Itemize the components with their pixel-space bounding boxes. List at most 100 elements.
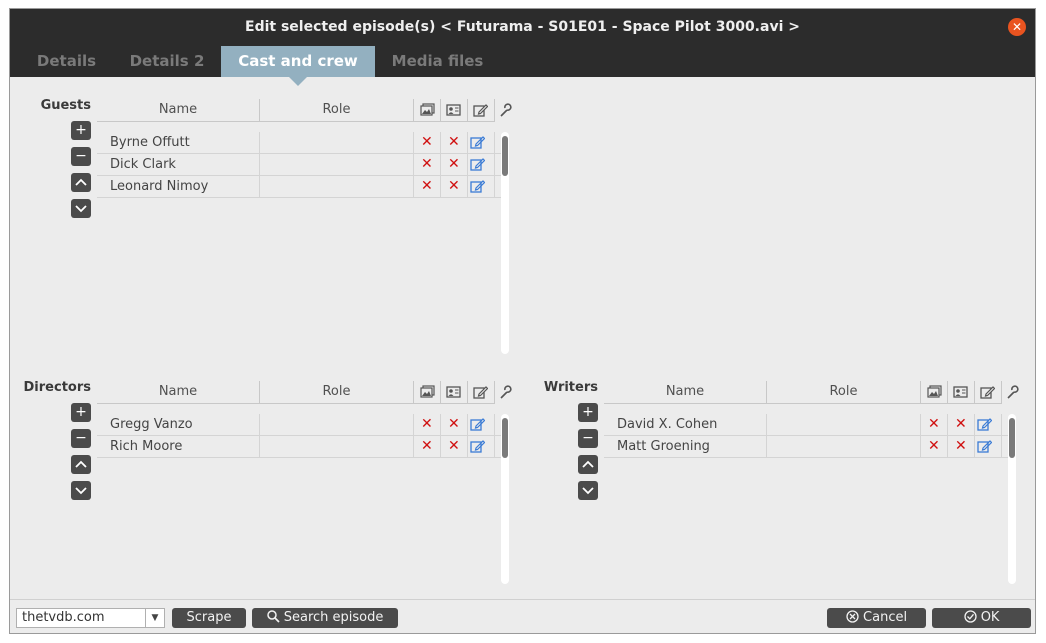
edit-icon[interactable] xyxy=(470,439,485,454)
table-row[interactable]: Leonard Nimoy ✕ ✕ xyxy=(97,176,505,198)
wrench-icon[interactable] xyxy=(1005,385,1020,399)
cancel-label: Cancel xyxy=(863,610,908,625)
delete-icon[interactable]: ✕ xyxy=(448,179,460,194)
writers-remove-button[interactable]: − xyxy=(578,429,598,448)
table-row[interactable]: Matt Groening ✕ ✕ xyxy=(604,436,1012,458)
name-column-header[interactable]: Name xyxy=(97,381,260,403)
cell-image: ✕ xyxy=(921,436,948,457)
guests-add-button[interactable]: + xyxy=(71,121,91,140)
directors-scrollbar[interactable] xyxy=(501,414,509,584)
close-button[interactable]: ✕ xyxy=(1008,18,1026,36)
delete-icon[interactable]: ✕ xyxy=(421,179,433,194)
cell-role[interactable] xyxy=(260,176,414,197)
role-column-header[interactable]: Role xyxy=(260,99,414,121)
role-column-header[interactable]: Role xyxy=(260,381,414,403)
cancel-button[interactable]: Cancel xyxy=(827,608,926,628)
table-row[interactable]: Dick Clark ✕ ✕ xyxy=(97,154,505,176)
cell-image: ✕ xyxy=(414,414,441,435)
directors-label: Directors xyxy=(23,380,91,395)
directors-remove-button[interactable]: − xyxy=(71,429,91,448)
delete-icon[interactable]: ✕ xyxy=(448,439,460,454)
ok-label: OK xyxy=(980,610,1000,625)
edit-column-header xyxy=(468,381,495,403)
scrollbar-thumb[interactable] xyxy=(502,418,508,458)
cell-name[interactable]: Dick Clark xyxy=(107,154,260,175)
edit-icon[interactable] xyxy=(470,157,485,172)
delete-icon[interactable]: ✕ xyxy=(955,439,967,454)
scrollbar-thumb[interactable] xyxy=(1009,418,1015,458)
cell-name[interactable]: David X. Cohen xyxy=(614,414,767,435)
cell-role[interactable] xyxy=(260,154,414,175)
name-column-header[interactable]: Name xyxy=(97,99,260,121)
cell-edit xyxy=(975,414,1002,435)
writers-move-down-button[interactable] xyxy=(578,481,598,500)
table-row[interactable]: David X. Cohen ✕ ✕ xyxy=(604,414,1012,436)
scraper-select[interactable]: thetvdb.com ▼ xyxy=(16,608,165,628)
cell-name[interactable]: Matt Groening xyxy=(614,436,767,457)
cell-name[interactable]: Byrne Offutt xyxy=(107,132,260,153)
delete-icon[interactable]: ✕ xyxy=(448,417,460,432)
tab-media-files[interactable]: Media files xyxy=(375,46,500,77)
search-episode-button[interactable]: Search episode xyxy=(252,608,398,628)
edit-icon[interactable] xyxy=(470,179,485,194)
dropdown-arrow-icon[interactable]: ▼ xyxy=(145,609,164,627)
cell-edit xyxy=(468,176,495,197)
cell-role[interactable] xyxy=(260,414,414,435)
directors-table-header: Name Role xyxy=(97,381,512,404)
delete-icon[interactable]: ✕ xyxy=(928,439,940,454)
cell-edit xyxy=(975,436,1002,457)
image-icon xyxy=(420,103,435,116)
cell-name[interactable]: Leonard Nimoy xyxy=(107,176,260,197)
directors-move-up-button[interactable] xyxy=(71,455,91,474)
delete-icon[interactable]: ✕ xyxy=(421,157,433,172)
ok-button[interactable]: OK xyxy=(932,608,1031,628)
delete-icon[interactable]: ✕ xyxy=(448,157,460,172)
edit-column-header xyxy=(975,381,1002,403)
cell-name[interactable]: Rich Moore xyxy=(107,436,260,457)
guests-move-down-button[interactable] xyxy=(71,199,91,218)
writers-add-button[interactable]: + xyxy=(578,403,598,422)
delete-icon[interactable]: ✕ xyxy=(448,135,460,150)
directors-table: Name Role Gregg Vanzo ✕ ✕ Rich Moore ✕ ✕ xyxy=(97,381,517,584)
cell-name[interactable]: Gregg Vanzo xyxy=(107,414,260,435)
delete-icon[interactable]: ✕ xyxy=(421,439,433,454)
wrench-icon[interactable] xyxy=(498,103,513,117)
edit-icon[interactable] xyxy=(470,135,485,150)
wrench-icon[interactable] xyxy=(498,385,513,399)
name-column-header[interactable]: Name xyxy=(604,381,767,403)
writers-scrollbar[interactable] xyxy=(1008,414,1016,584)
cell-role[interactable] xyxy=(260,132,414,153)
role-column-header[interactable]: Role xyxy=(767,381,921,403)
window-title: Edit selected episode(s) < Futurama - S0… xyxy=(245,19,800,35)
cell-role[interactable] xyxy=(767,414,921,435)
profile-column-header xyxy=(441,381,468,403)
cell-role[interactable] xyxy=(767,436,921,457)
writers-move-up-button[interactable] xyxy=(578,455,598,474)
tab-details[interactable]: Details xyxy=(20,46,113,77)
table-row[interactable]: Rich Moore ✕ ✕ xyxy=(97,436,505,458)
cell-role[interactable] xyxy=(260,436,414,457)
delete-icon[interactable]: ✕ xyxy=(928,417,940,432)
cell-profile: ✕ xyxy=(441,176,468,197)
cell-image: ✕ xyxy=(921,414,948,435)
scrape-button[interactable]: Scrape xyxy=(172,608,246,628)
search-icon xyxy=(266,610,280,623)
delete-icon[interactable]: ✕ xyxy=(421,417,433,432)
delete-icon[interactable]: ✕ xyxy=(421,135,433,150)
edit-icon[interactable] xyxy=(470,417,485,432)
directors-add-button[interactable]: + xyxy=(71,403,91,422)
edit-icon[interactable] xyxy=(977,439,992,454)
guests-scrollbar[interactable] xyxy=(501,132,509,354)
delete-icon[interactable]: ✕ xyxy=(955,417,967,432)
table-row[interactable]: Byrne Offutt ✕ ✕ xyxy=(97,132,505,154)
image-icon xyxy=(420,385,435,398)
tab-details-2[interactable]: Details 2 xyxy=(113,46,221,77)
guests-move-up-button[interactable] xyxy=(71,173,91,192)
table-row[interactable]: Gregg Vanzo ✕ ✕ xyxy=(97,414,505,436)
guests-remove-button[interactable]: − xyxy=(71,147,91,166)
directors-move-down-button[interactable] xyxy=(71,481,91,500)
scrollbar-thumb[interactable] xyxy=(502,136,508,176)
edit-icon[interactable] xyxy=(977,417,992,432)
scraper-select-value: thetvdb.com xyxy=(22,610,105,625)
tab-cast-and-crew[interactable]: Cast and crew xyxy=(221,46,375,86)
